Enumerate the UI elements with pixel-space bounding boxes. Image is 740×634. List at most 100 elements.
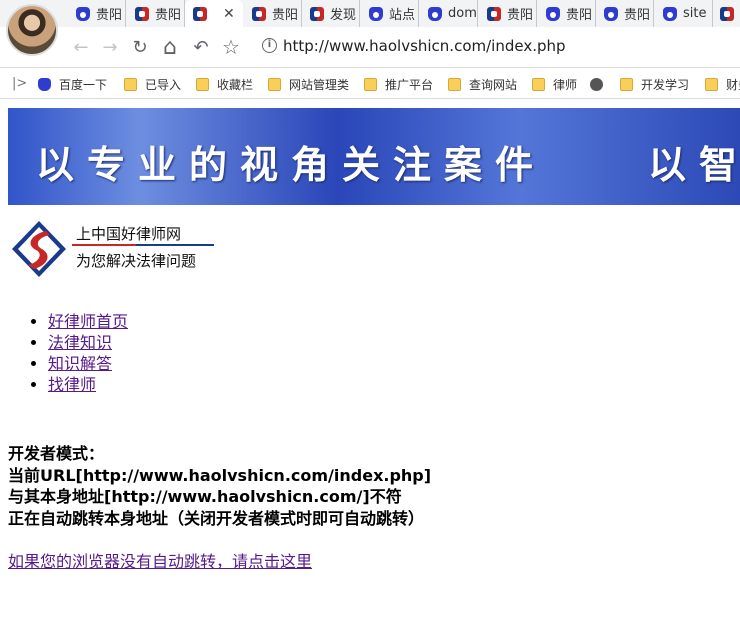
folder-icon	[620, 77, 633, 91]
browser-tab[interactable]: 贵阳	[596, 0, 654, 27]
bookmark-label: 查询网站	[469, 77, 518, 92]
logo-tagline: 为您解决法律问题	[76, 252, 197, 270]
header-banner: 以专业的视角关注案件 以智	[8, 108, 740, 205]
bookmark-item[interactable]: 查询网站	[448, 75, 517, 93]
bookmark-item[interactable]: 开发学习	[620, 75, 689, 93]
banner-slogan: 以专业的视角关注案件	[36, 142, 547, 187]
baidu-icon	[76, 6, 90, 21]
back-button[interactable]: ←	[68, 34, 94, 60]
tab-title: 贵阳	[566, 8, 593, 23]
bookmark-item[interactable]: 已导入	[124, 75, 181, 93]
logo-site-name: 上中国好律师网	[76, 225, 182, 243]
baidu-icon	[428, 6, 442, 21]
address-bar[interactable]: http://www.haolvshicn.com/index.php	[283, 37, 566, 55]
browser-tab[interactable]: 贵阳	[538, 0, 596, 27]
baidu-icon	[546, 6, 560, 21]
manual-redirect-link[interactable]: 如果您的浏览器没有自动跳转，请点击这里	[8, 548, 312, 572]
browser-tab[interactable]: 贵阳	[127, 0, 185, 27]
tab-close-icon[interactable]: ✕	[223, 6, 235, 22]
nav-item-qa: 知识解答	[48, 353, 128, 374]
browser-tab[interactable]: 贵阳	[479, 0, 537, 27]
browser-tab[interactable]: 贵阳	[712, 0, 740, 27]
site-info-icon[interactable]: i	[262, 38, 277, 53]
nav-item-legal-knowledge: 法律知识	[48, 332, 128, 353]
logo-divider	[72, 244, 214, 246]
browser-tab[interactable]: ✕	[185, 0, 243, 27]
nav-item-find-lawyer: 找律师	[48, 374, 128, 395]
bookmark-label: 开发学习	[641, 77, 690, 92]
browser-tab[interactable]: 站点	[361, 0, 419, 27]
nav-link-qa[interactable]: 知识解答	[48, 354, 112, 373]
bookmark-label: 已导入	[145, 77, 182, 92]
tab-title: 贵阳	[96, 8, 123, 23]
bookmark-label: 收藏栏	[217, 77, 254, 92]
tab-title: 发现	[330, 8, 357, 23]
bookmarks-bar: |> 百度一下 已导入 收藏栏 网站管理类 推广平台 查询网站 律师 开发学习 财务	[0, 67, 740, 99]
tab-title: dom	[448, 6, 477, 21]
tab-title: 站点	[389, 8, 416, 23]
site-logo-icon	[487, 6, 501, 21]
site-logo-icon	[135, 6, 149, 21]
baidu-icon	[604, 6, 618, 21]
undo-button[interactable]: ↶	[188, 34, 214, 60]
folder-icon	[532, 77, 545, 91]
browser-tab[interactable]: 贵阳	[68, 0, 126, 27]
nav-link-home[interactable]: 好律师首页	[48, 312, 128, 331]
reload-icon: ↻	[132, 36, 148, 58]
nav-link-legal-knowledge[interactable]: 法律知识	[48, 333, 112, 352]
nav-item-home: 好律师首页	[48, 311, 128, 332]
tab-title: site	[683, 6, 707, 21]
baidu-icon	[369, 6, 383, 21]
browser-chrome: 贵阳 贵阳 ✕ 贵阳 发现 站点 dom 贵阳 贵阳 贵阳 site 贵阳 ← → ↻ ⌂ ↶ ☆ i…	[0, 0, 740, 100]
browser-tab[interactable]: 贵阳	[244, 0, 302, 27]
star-icon: ☆	[222, 35, 240, 59]
site-logo-icon	[720, 6, 734, 21]
baidu-icon	[663, 6, 677, 21]
dev-notice-title: 开发者模式：	[8, 444, 105, 463]
bookmarks-toggle-icon[interactable]: |>	[12, 76, 27, 91]
undo-icon: ↶	[193, 36, 209, 58]
bookmark-item[interactable]: 网站管理类	[268, 75, 349, 93]
forward-button[interactable]: →	[97, 34, 123, 60]
dev-notice-redirecting: 正在自动跳转本身地址（关闭开发者模式时即可自动跳转）	[8, 508, 425, 528]
tab-title: 贵阳	[624, 8, 651, 23]
folder-icon	[268, 77, 281, 91]
back-arrow-icon: ←	[73, 36, 89, 58]
bookmark-label: 推广平台	[385, 77, 434, 92]
folder-icon	[448, 77, 461, 91]
bookmark-item[interactable]: 财务	[705, 75, 740, 93]
bookmark-item[interactable]	[590, 75, 611, 93]
banner-slogan-continued: 以智	[648, 142, 740, 187]
site-nav: 好律师首页 法律知识 知识解答 找律师	[8, 311, 128, 395]
forward-arrow-icon: →	[102, 36, 118, 58]
site-logo-icon	[310, 6, 324, 21]
bookmark-item[interactable]: 律师	[532, 75, 577, 93]
folder-icon	[196, 77, 209, 91]
dev-notice-mismatch: 与其本身地址[http://www.haolvshicn.com/]不符	[8, 487, 402, 506]
reload-button[interactable]: ↻	[127, 34, 153, 60]
dev-notice-current-url: 当前URL[http://www.haolvshicn.com/index.ph…	[8, 465, 432, 485]
browser-tab[interactable]: site	[655, 0, 713, 27]
profile-avatar[interactable]	[6, 4, 58, 56]
nav-link-find-lawyer[interactable]: 找律师	[48, 375, 96, 394]
site-logo-icon	[252, 6, 266, 21]
bookmark-item[interactable]: 收藏栏	[196, 75, 253, 93]
browser-tab[interactable]: 发现	[302, 0, 360, 27]
bookmark-item[interactable]: 百度一下	[38, 75, 107, 93]
bookmark-label: 财务	[726, 77, 740, 92]
bookmark-label: 网站管理类	[289, 77, 350, 92]
site-logo[interactable]: 上中国好律师网 为您解决法律问题	[8, 219, 218, 279]
baidu-icon	[38, 77, 51, 91]
home-button[interactable]: ⌂	[157, 34, 183, 60]
bookmark-item[interactable]: 推广平台	[364, 75, 433, 93]
logo-emblem-icon	[12, 221, 66, 277]
browser-toolbar: ← → ↻ ⌂ ↶ ☆ i http://www.haolvshicn.com/…	[0, 27, 740, 67]
globe-icon	[590, 77, 603, 91]
tab-title: 贵阳	[507, 8, 534, 23]
folder-icon	[705, 77, 718, 91]
browser-tab[interactable]: dom	[420, 0, 478, 27]
bookmark-star-button[interactable]: ☆	[218, 34, 244, 60]
bookmark-label: 律师	[553, 77, 578, 92]
folder-icon	[124, 77, 137, 91]
tab-title: 贵阳	[272, 8, 299, 23]
